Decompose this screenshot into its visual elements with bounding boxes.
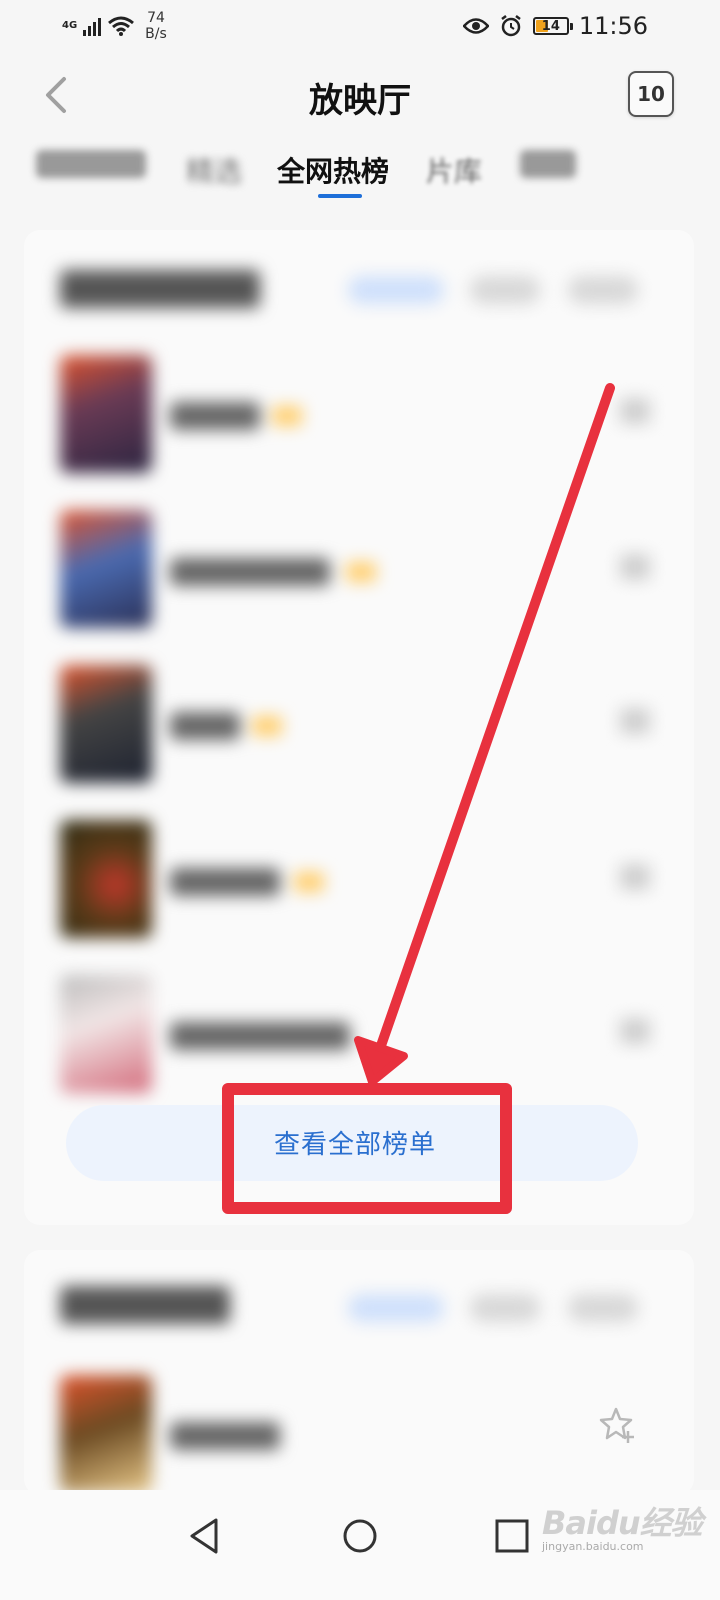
tab-hot-ranking[interactable]: 全网热榜 xyxy=(277,150,389,190)
network-type: 4G xyxy=(62,20,78,31)
title-placeholder xyxy=(170,402,260,430)
status-bar: 4G 74 B/s 14 11:56 xyxy=(0,0,720,50)
ranking-title-placeholder xyxy=(60,1286,230,1324)
rating-placeholder xyxy=(272,406,302,426)
recents-nav-icon[interactable] xyxy=(488,1512,536,1560)
watermark-logo: Baidu经验 xyxy=(542,1504,703,1542)
watermark: Baidu经验 jingyan.baidu.com xyxy=(542,1498,703,1558)
source-chip-placeholder[interactable] xyxy=(568,1294,638,1322)
back-nav-icon[interactable] xyxy=(182,1512,230,1560)
tab-blurred-5[interactable] xyxy=(520,150,576,185)
status-right: 14 11:56 xyxy=(462,12,648,40)
rating-placeholder xyxy=(294,872,324,892)
poster-thumbnail xyxy=(60,665,152,783)
speed-unit: B/s xyxy=(145,26,167,42)
home-nav-icon[interactable] xyxy=(336,1512,384,1560)
poster-thumbnail xyxy=(60,820,152,938)
signal-icon xyxy=(83,16,102,36)
clock: 11:56 xyxy=(578,12,648,40)
ranking-title-placeholder xyxy=(60,270,260,308)
add-favorite-icon[interactable] xyxy=(598,1405,638,1445)
source-chip-placeholder[interactable] xyxy=(470,276,540,304)
tab-bar: 精选 全网热榜 片库 xyxy=(0,140,720,206)
eye-icon xyxy=(462,18,489,34)
action-placeholder[interactable] xyxy=(620,554,650,580)
tab-library[interactable]: 片库 xyxy=(426,150,482,190)
poster-thumbnail xyxy=(60,1375,152,1493)
wifi-icon xyxy=(108,16,135,36)
highlight-box xyxy=(222,1083,512,1214)
screen: 4G 74 B/s 14 11:56 放映厅 10 精选 全网热榜 片库 查看全… xyxy=(0,0,720,1600)
poster-thumbnail xyxy=(60,355,152,473)
status-left: 4G 74 B/s xyxy=(62,10,167,42)
battery-level: 14 xyxy=(541,18,560,34)
source-chip-placeholder[interactable] xyxy=(568,276,638,304)
action-placeholder[interactable] xyxy=(620,864,650,890)
network-speed: 74 B/s xyxy=(145,10,167,42)
blurred-ranking-content xyxy=(24,230,694,1225)
alarm-icon xyxy=(501,15,521,37)
poster-thumbnail xyxy=(60,510,152,628)
active-tab-indicator xyxy=(318,194,362,198)
tab-count-button[interactable]: 10 xyxy=(628,71,674,117)
source-chip-placeholder[interactable] xyxy=(348,1294,444,1322)
title-placeholder xyxy=(170,712,240,740)
ranking-card xyxy=(24,230,694,1225)
source-chip-placeholder[interactable] xyxy=(470,1294,540,1322)
title-placeholder xyxy=(170,868,280,896)
app-header: 放映厅 10 xyxy=(0,55,720,135)
speed-value: 74 xyxy=(147,10,165,26)
action-placeholder[interactable] xyxy=(620,1018,650,1044)
action-placeholder[interactable] xyxy=(620,398,650,424)
battery-icon: 14 xyxy=(532,17,573,35)
tab-blurred-1[interactable] xyxy=(36,150,146,185)
poster-thumbnail xyxy=(60,975,152,1093)
watermark-url: jingyan.baidu.com xyxy=(542,1540,644,1553)
second-ranking-card xyxy=(24,1250,694,1495)
source-chip-placeholder[interactable] xyxy=(348,276,444,304)
rating-placeholder xyxy=(252,716,282,736)
blurred-second-content xyxy=(24,1250,694,1495)
title-placeholder xyxy=(170,1022,350,1050)
page-title: 放映厅 xyxy=(309,81,411,121)
tab-featured[interactable]: 精选 xyxy=(186,150,242,190)
title-placeholder xyxy=(170,1422,280,1450)
action-placeholder[interactable] xyxy=(620,708,650,734)
rating-placeholder xyxy=(346,562,376,582)
title-placeholder xyxy=(170,558,330,586)
